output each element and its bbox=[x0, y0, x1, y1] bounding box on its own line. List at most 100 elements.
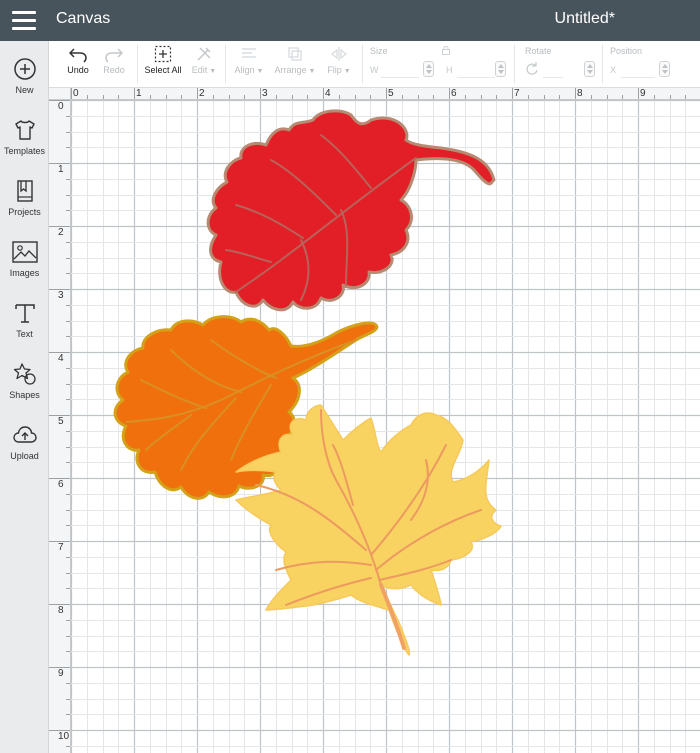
sidebar-item-projects[interactable]: Projects bbox=[0, 179, 49, 235]
vertical-ruler: 0 1 2 3 4 5 6 7 8 9 10 bbox=[49, 100, 71, 753]
ruler-tick bbox=[66, 132, 70, 133]
ruler-tick bbox=[150, 95, 151, 99]
edit-button[interactable]: Edit ▼ bbox=[187, 45, 221, 75]
plus-circle-icon bbox=[13, 58, 36, 80]
lock-icon[interactable] bbox=[441, 45, 451, 55]
ruler-tick bbox=[66, 368, 70, 369]
ruler-tick bbox=[49, 289, 70, 290]
ruler-tick bbox=[49, 415, 70, 416]
ruler-number: 8 bbox=[58, 605, 64, 616]
ruler-tick bbox=[244, 95, 245, 99]
ruler-tick bbox=[49, 541, 70, 542]
ruler-tick bbox=[66, 573, 70, 574]
document-title[interactable]: Untitled* bbox=[555, 10, 615, 28]
size-heading: Size bbox=[370, 46, 388, 56]
ruler-tick bbox=[66, 258, 70, 259]
ruler-tick bbox=[66, 116, 70, 117]
undo-label: Undo bbox=[67, 65, 89, 75]
ruler-number: 5 bbox=[58, 416, 64, 427]
sidebar-item-label: Projects bbox=[8, 207, 41, 217]
ruler-tick bbox=[370, 95, 371, 99]
ruler-tick bbox=[654, 95, 655, 99]
ruler-tick bbox=[87, 95, 88, 99]
ruler-tick bbox=[118, 95, 119, 99]
sidebar-item-upload[interactable]: Upload bbox=[0, 423, 49, 479]
align-button[interactable]: Align ▼ bbox=[229, 45, 269, 75]
ruler-tick bbox=[260, 88, 261, 99]
select-all-button[interactable]: Select All bbox=[141, 45, 185, 75]
rotate-stepper[interactable] bbox=[584, 61, 595, 77]
ruler-number: 2 bbox=[58, 227, 64, 238]
ruler-tick bbox=[66, 746, 70, 747]
ruler-tick bbox=[591, 95, 592, 99]
sidebar-item-new[interactable]: New bbox=[0, 57, 49, 113]
arrange-label: Arrange bbox=[274, 65, 307, 75]
ruler-tick bbox=[66, 179, 70, 180]
ruler-tick bbox=[66, 494, 70, 495]
ruler-tick bbox=[66, 242, 70, 243]
sidebar-item-text[interactable]: Text bbox=[0, 301, 49, 357]
width-stepper[interactable] bbox=[423, 61, 434, 77]
ruler-tick bbox=[638, 88, 639, 99]
ruler-tick bbox=[66, 683, 70, 684]
select-all-icon bbox=[154, 45, 172, 63]
ruler-tick bbox=[66, 305, 70, 306]
ruler-tick bbox=[181, 95, 182, 99]
height-stepper[interactable] bbox=[495, 61, 506, 77]
ruler-number: 9 bbox=[58, 668, 64, 679]
ruler-number: 4 bbox=[58, 353, 64, 364]
sidebar-item-images[interactable]: Images bbox=[0, 240, 49, 296]
select-all-label: Select All bbox=[144, 65, 182, 75]
left-sidebar: New Templates Projects Images Text Shape… bbox=[0, 41, 49, 753]
ruler-number: 7 bbox=[514, 88, 520, 99]
yellow-maple-leaf[interactable] bbox=[71, 100, 700, 753]
flip-label: Flip bbox=[327, 65, 342, 75]
ruler-tick bbox=[66, 321, 70, 322]
tshirt-icon bbox=[14, 120, 35, 140]
ruler-tick bbox=[66, 588, 70, 589]
ruler-tick bbox=[622, 95, 623, 99]
ruler-tick bbox=[66, 384, 70, 385]
ruler-tick bbox=[66, 525, 70, 526]
ruler-tick bbox=[66, 714, 70, 715]
sidebar-item-label: New bbox=[15, 85, 34, 95]
ruler-tick bbox=[197, 88, 198, 99]
image-icon bbox=[11, 241, 38, 263]
ruler-number: 4 bbox=[325, 88, 331, 99]
ruler-number: 1 bbox=[136, 88, 142, 99]
ruler-tick bbox=[49, 100, 70, 101]
ruler-number: 5 bbox=[388, 88, 394, 99]
ruler-tick bbox=[66, 210, 70, 211]
ruler-number: 7 bbox=[58, 542, 64, 553]
hamburger-menu-icon[interactable] bbox=[12, 11, 36, 31]
flip-button[interactable]: Flip ▼ bbox=[321, 45, 357, 75]
horizontal-ruler: 0 1 2 3 4 5 6 7 8 9 bbox=[71, 88, 700, 100]
ruler-tick bbox=[465, 95, 466, 99]
ruler-tick bbox=[481, 95, 482, 99]
ruler-tick bbox=[49, 226, 70, 227]
edit-label: Edit bbox=[191, 65, 208, 75]
ruler-tick bbox=[449, 88, 450, 99]
design-canvas[interactable] bbox=[71, 100, 700, 753]
ruler-tick bbox=[66, 399, 70, 400]
redo-button[interactable]: Redo bbox=[97, 45, 131, 75]
sidebar-item-label: Text bbox=[16, 329, 33, 339]
edit-tools-icon bbox=[197, 47, 211, 61]
ruler-tick bbox=[229, 95, 230, 99]
ruler-tick bbox=[339, 95, 340, 99]
top-header: Canvas Untitled* bbox=[0, 0, 700, 41]
position-x-stepper[interactable] bbox=[659, 61, 670, 77]
ruler-tick bbox=[49, 478, 70, 479]
sidebar-item-templates[interactable]: Templates bbox=[0, 118, 49, 174]
undo-arrow-icon bbox=[69, 48, 87, 63]
ruler-tick bbox=[166, 95, 167, 99]
ruler-tick bbox=[66, 636, 70, 637]
ruler-tick bbox=[575, 88, 576, 99]
undo-button[interactable]: Undo bbox=[61, 45, 95, 75]
ruler-tick bbox=[49, 352, 70, 353]
sidebar-item-shapes[interactable]: Shapes bbox=[0, 362, 49, 418]
ruler-number: 6 bbox=[451, 88, 457, 99]
ruler-tick bbox=[685, 95, 686, 99]
arrange-button[interactable]: Arrange ▼ bbox=[271, 45, 319, 75]
ruler-tick bbox=[544, 95, 545, 99]
